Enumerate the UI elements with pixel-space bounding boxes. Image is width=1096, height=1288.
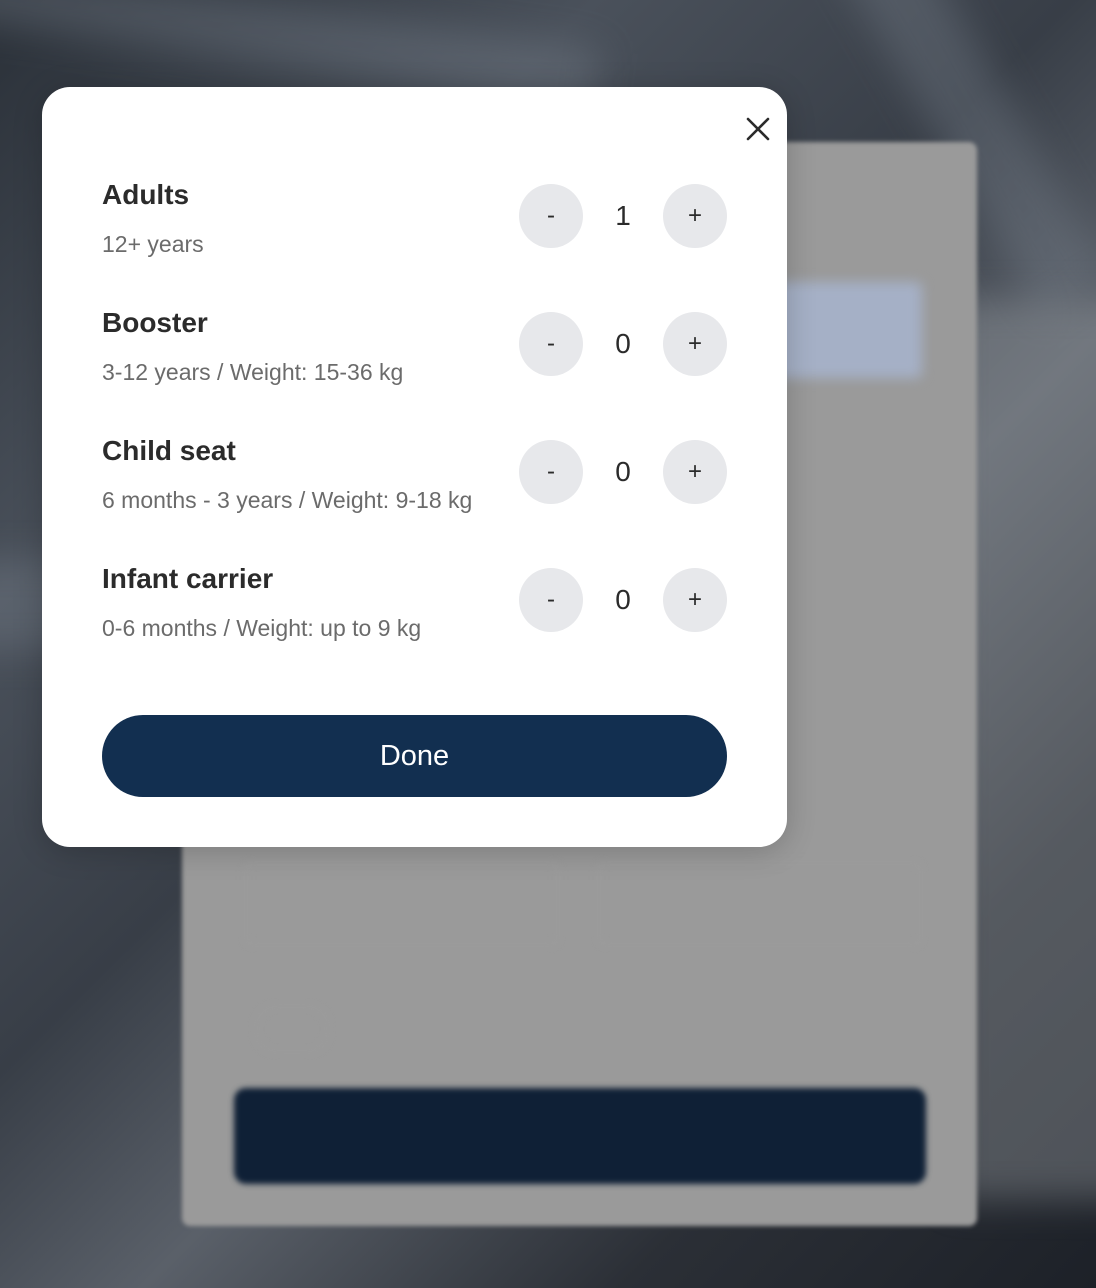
increment-button[interactable]: + (663, 184, 727, 248)
count-value: 0 (615, 328, 631, 359)
row-title: Booster (102, 307, 208, 338)
increment-button[interactable]: + (663, 312, 727, 376)
row-subtitle: 6 months - 3 years / Weight: 9-18 kg (102, 487, 473, 513)
row-subtitle: 0-6 months / Weight: up to 9 kg (102, 615, 422, 641)
decrement-button[interactable]: - (519, 568, 583, 632)
row-title: Adults (102, 179, 190, 210)
close-icon (746, 117, 770, 141)
row-title: Child seat (102, 435, 236, 466)
bg-submit-button (234, 1088, 926, 1184)
count-value: 0 (615, 584, 631, 615)
increment-button[interactable]: + (663, 568, 727, 632)
count-value: 1 (615, 200, 631, 231)
passenger-row-adults: Adults 12+ years - 1 + (102, 179, 727, 279)
passenger-row-booster: Booster 3-12 years / Weight: 15-36 kg - … (102, 307, 727, 407)
bg-luggage-field (598, 862, 922, 946)
decrement-button[interactable]: - (519, 440, 583, 504)
row-subtitle: 12+ years (102, 231, 204, 257)
decrement-button[interactable]: - (519, 312, 583, 376)
row-subtitle: 3-12 years / Weight: 15-36 kg (102, 359, 404, 385)
close-button[interactable] (738, 109, 778, 149)
count-value: 0 (615, 456, 631, 487)
increment-button[interactable]: + (663, 440, 727, 504)
passenger-row-infant-carrier: Infant carrier 0-6 months / Weight: up t… (102, 563, 727, 663)
passenger-row-child-seat: Child seat 6 months - 3 years / Weight: … (102, 435, 727, 535)
passenger-dialog: Adults 12+ years - 1 + Booster 3-12 year… (42, 87, 787, 847)
row-title: Infant carrier (102, 563, 274, 594)
bg-toggle (255, 1005, 329, 1053)
decrement-button[interactable]: - (519, 184, 583, 248)
done-button[interactable]: Done (102, 715, 727, 797)
bg-passenger-field (245, 862, 559, 946)
